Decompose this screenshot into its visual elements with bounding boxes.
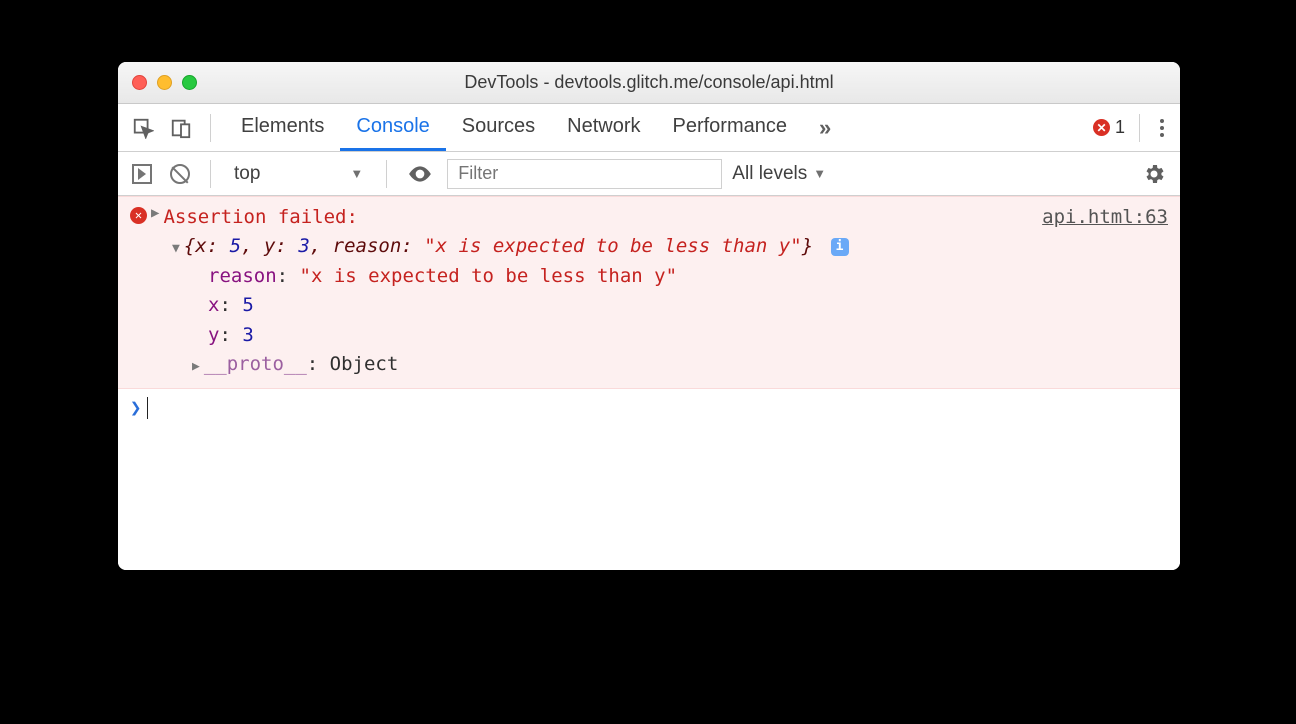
window-title: DevTools - devtools.glitch.me/console/ap… xyxy=(118,72,1180,93)
separator xyxy=(386,160,387,188)
device-toggle-icon[interactable] xyxy=(166,113,196,143)
context-value: top xyxy=(234,163,260,185)
property-x: x: 5 xyxy=(130,291,1168,320)
more-tabs-icon[interactable]: » xyxy=(811,115,839,141)
chevron-down-icon: ▼ xyxy=(350,166,363,181)
source-link[interactable]: api.html:63 xyxy=(1042,203,1168,232)
separator xyxy=(210,160,211,188)
expand-icon[interactable]: ▶ xyxy=(192,359,200,374)
tab-sources[interactable]: Sources xyxy=(446,104,551,151)
filter-input[interactable] xyxy=(447,159,722,189)
property-reason: reason: "x is expected to be less than y… xyxy=(130,262,1168,291)
property-y: y: 3 xyxy=(130,321,1168,350)
panel-tabs: Elements Console Sources Network Perform… xyxy=(225,104,803,151)
separator xyxy=(1139,114,1140,142)
expand-icon[interactable]: ▶ xyxy=(151,203,159,225)
info-icon[interactable]: i xyxy=(831,238,849,256)
error-message: ✕ ▶ Assertion failed: api.html:63 ▼{x: 5… xyxy=(118,196,1180,389)
titlebar: DevTools - devtools.glitch.me/console/ap… xyxy=(118,62,1180,104)
main-toolbar: Elements Console Sources Network Perform… xyxy=(118,104,1180,152)
prompt-icon: ❯ xyxy=(130,397,141,419)
error-icon: ✕ xyxy=(1093,119,1110,136)
settings-icon[interactable] xyxy=(1138,158,1170,190)
tab-elements[interactable]: Elements xyxy=(225,104,340,151)
levels-label: All levels xyxy=(732,163,807,185)
inspect-icon[interactable] xyxy=(128,113,158,143)
log-levels-selector[interactable]: All levels ▼ xyxy=(732,163,826,185)
devtools-window: DevTools - devtools.glitch.me/console/ap… xyxy=(118,62,1180,570)
tab-console[interactable]: Console xyxy=(340,104,445,151)
toggle-sidebar-icon[interactable] xyxy=(128,160,156,188)
error-icon: ✕ xyxy=(130,207,147,224)
live-expression-icon[interactable] xyxy=(403,157,437,191)
collapse-icon[interactable]: ▼ xyxy=(172,241,180,256)
tab-network[interactable]: Network xyxy=(551,104,656,151)
chevron-down-icon: ▼ xyxy=(813,166,826,181)
error-title: Assertion failed: xyxy=(163,203,357,232)
separator xyxy=(210,114,211,142)
error-count-badge[interactable]: ✕ 1 xyxy=(1093,117,1125,138)
context-selector[interactable]: top ▼ xyxy=(227,160,370,188)
cursor xyxy=(147,397,148,419)
object-preview[interactable]: ▼{x: 5, y: 3, reason: "x is expected to … xyxy=(130,232,1168,261)
console-output: ✕ ▶ Assertion failed: api.html:63 ▼{x: 5… xyxy=(118,196,1180,570)
clear-console-icon[interactable] xyxy=(166,160,194,188)
kebab-menu-icon[interactable] xyxy=(1154,119,1170,137)
property-proto[interactable]: ▶__proto__: Object xyxy=(130,350,1168,379)
console-toolbar: top ▼ All levels ▼ xyxy=(118,152,1180,196)
console-prompt[interactable]: ❯ xyxy=(118,389,1180,427)
error-count: 1 xyxy=(1115,117,1125,138)
tab-performance[interactable]: Performance xyxy=(657,104,804,151)
